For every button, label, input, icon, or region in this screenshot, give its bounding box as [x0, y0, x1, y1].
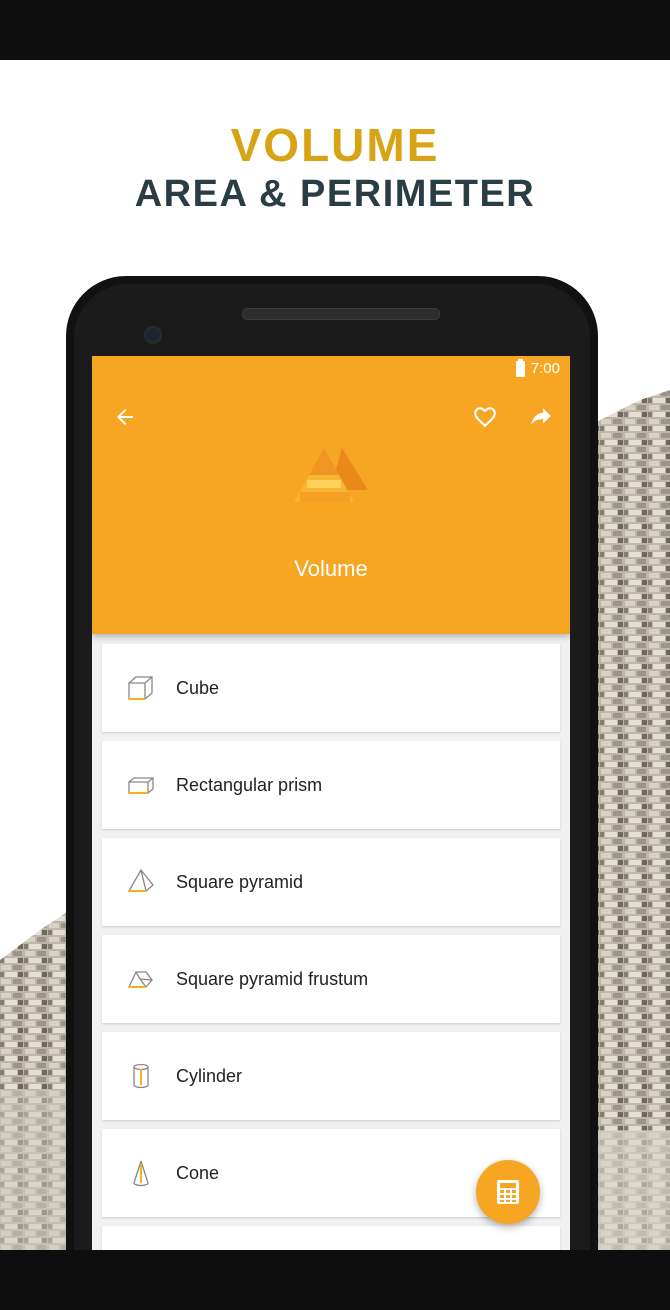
battery-full-icon: [515, 358, 525, 377]
bottom-black-bar: [0, 1250, 670, 1310]
list-item-cylinder[interactable]: Cylinder: [102, 1032, 560, 1120]
pyramid-frustum-icon: [122, 960, 160, 998]
list-item-rectangular-prism[interactable]: Rectangular prism: [102, 741, 560, 829]
front-camera-icon: [144, 326, 162, 344]
promo-headline: VOLUME AREA & PERIMETER: [0, 120, 670, 216]
cylinder-icon: [122, 1057, 160, 1095]
list-item-label: Square pyramid: [176, 871, 304, 892]
app-bar: 7:00 Volume: [92, 356, 570, 634]
list-item-label: Cone: [176, 1162, 220, 1183]
list-item-square-pyramid[interactable]: Square pyramid: [102, 838, 560, 926]
arrow-back-icon: [117, 409, 133, 425]
list-item-square-pyramid-frustum[interactable]: Square pyramid frustum: [102, 935, 560, 1023]
calculator-button[interactable]: [476, 1160, 540, 1224]
share-arrow-icon: [531, 408, 551, 425]
list-item-label: Cylinder: [176, 1065, 243, 1086]
screen-title: Volume: [294, 556, 368, 581]
back-button[interactable]: [108, 400, 142, 434]
phone-speaker: [242, 308, 440, 320]
square-pyramid-icon: [122, 863, 160, 901]
shape-list: Cube Rectangular prism Square pyramid Sq…: [102, 644, 560, 1250]
share-button[interactable]: [524, 400, 558, 434]
app-screen: 7:00 Volume Cube Rectangular prism Squar…: [92, 356, 570, 1250]
top-black-bar: [0, 0, 670, 60]
rectangular-prism-icon: [122, 766, 160, 804]
pyramid-icon: [294, 448, 368, 502]
list-item-label: Square pyramid frustum: [176, 968, 369, 989]
cube-icon: [122, 669, 160, 707]
calculator-icon: [497, 1180, 519, 1204]
list-item-cube[interactable]: Cube: [102, 644, 560, 732]
list-item-label: Cube: [176, 677, 220, 698]
heart-outline-icon: [474, 407, 496, 428]
status-time: 7:00: [530, 360, 560, 377]
headline-secondary: AREA & PERIMETER: [134, 173, 536, 215]
status-bar: 7:00: [515, 358, 560, 377]
headline-primary: VOLUME: [230, 119, 440, 171]
cone-icon: [122, 1154, 160, 1192]
list-item-partial[interactable]: [102, 1226, 560, 1250]
list-item-label: Rectangular prism: [176, 774, 323, 795]
favorite-button[interactable]: [468, 400, 502, 434]
